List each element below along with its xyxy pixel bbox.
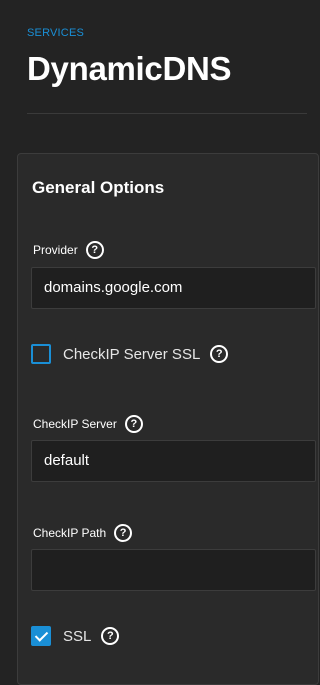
help-icon[interactable]: ? xyxy=(124,415,143,433)
ssl-checkbox[interactable] xyxy=(31,626,51,646)
checkip-path-input[interactable] xyxy=(31,549,316,591)
title-divider xyxy=(27,113,307,114)
ssl-row[interactable]: SSL ? xyxy=(31,626,120,646)
provider-label: Provider ? xyxy=(33,241,104,259)
card-title: General Options xyxy=(32,178,165,197)
help-icon[interactable]: ? xyxy=(101,627,120,645)
help-icon[interactable]: ? xyxy=(210,345,229,363)
checkip-server-label: CheckIP Server ? xyxy=(33,415,143,433)
provider-select[interactable]: domains.google.com xyxy=(31,267,316,309)
checkip-server-label-text: CheckIP Server xyxy=(33,417,117,431)
checkip-server-ssl-checkbox[interactable] xyxy=(31,344,51,364)
breadcrumb[interactable]: SERVICES xyxy=(27,27,84,39)
help-icon[interactable]: ? xyxy=(114,524,133,542)
page-title: DynamicDNS xyxy=(27,50,232,87)
checkip-server-input[interactable]: default xyxy=(31,440,316,482)
checkip-server-ssl-label: CheckIP Server SSL xyxy=(63,345,201,363)
checkip-path-label-text: CheckIP Path xyxy=(33,526,107,540)
checkip-server-ssl-row[interactable]: CheckIP Server SSL ? xyxy=(31,344,229,364)
ssl-label: SSL xyxy=(63,627,92,645)
help-icon[interactable]: ? xyxy=(85,241,104,259)
provider-label-text: Provider xyxy=(33,243,78,257)
checkip-path-label: CheckIP Path ? xyxy=(33,524,133,542)
